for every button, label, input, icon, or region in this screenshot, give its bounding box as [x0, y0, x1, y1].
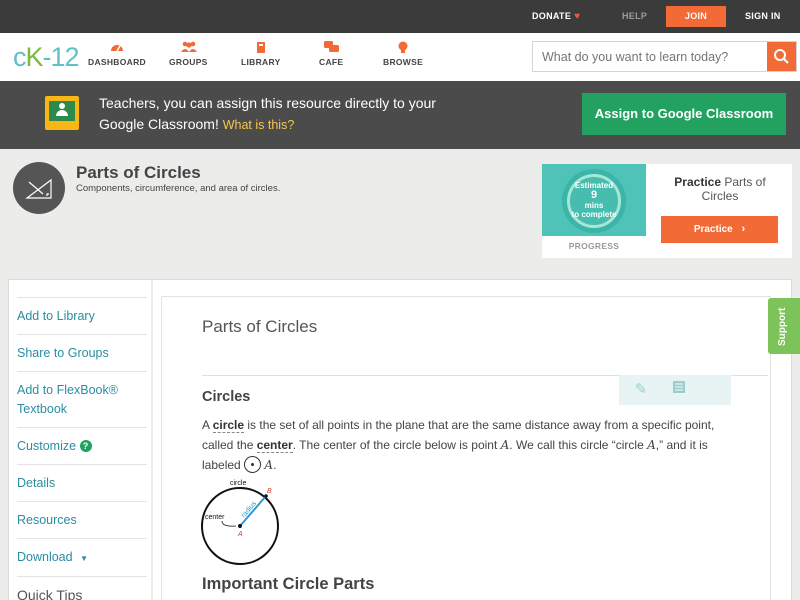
search-icon — [774, 49, 789, 64]
chat-bubbles-icon — [324, 41, 340, 53]
sidebar-item-resources[interactable]: Resources — [17, 501, 147, 538]
geometry-concept-icon — [13, 162, 65, 214]
support-tab[interactable]: Support — [768, 298, 800, 354]
nav-item-dashboard[interactable]: DASHBOARD — [88, 41, 146, 67]
article-title: Parts of Circles — [202, 317, 318, 336]
donate-link[interactable]: DONATE ♥ — [532, 0, 580, 33]
circle-diagram: circle radius center A B — [200, 479, 286, 569]
practice-title: Practice Parts of Circles — [674, 175, 766, 203]
nav-item-label: DASHBOARD — [88, 57, 146, 67]
assign-to-google-classroom-button[interactable]: Assign to Google Classroom — [582, 93, 786, 135]
gauge-icon — [110, 41, 124, 53]
sidebar: Add to Library Share to Groups Add to Fl… — [17, 297, 147, 600]
diagram-point-b: B — [267, 488, 272, 495]
glossary-term-circle[interactable]: circle — [212, 418, 245, 433]
nav-item-label: LIBRARY — [241, 57, 281, 67]
what-is-this-link[interactable]: What is this? — [223, 118, 295, 132]
top-bar: DONATE ♥ HELP JOIN SIGN IN — [0, 0, 800, 33]
progress-label: PROGRESS — [568, 241, 620, 251]
sign-in-link[interactable]: SIGN IN — [745, 0, 781, 33]
nav-item-label: CAFE — [319, 57, 344, 67]
join-button[interactable]: JOIN — [666, 6, 726, 27]
sidebar-item-add-to-library[interactable]: Add to Library — [17, 297, 147, 334]
progress-graphic: Estimated 9 mins to complete — [542, 164, 646, 236]
help-link[interactable]: HELP — [622, 0, 647, 33]
ck12-logo[interactable]: cK-12 — [13, 42, 80, 73]
nav-item-label: GROUPS — [169, 57, 208, 67]
sidebar-item-download[interactable]: Download ▼ — [17, 538, 147, 576]
concept-title: Parts of Circles — [76, 163, 201, 182]
groups-icon — [181, 41, 198, 53]
section-heading: Important Circle Parts — [202, 575, 375, 593]
banner-text: Teachers, you can assign this resource d… — [99, 95, 436, 132]
circle-dot-symbol — [244, 456, 262, 473]
content-area: Add to Library Share to Groups Add to Fl… — [8, 279, 792, 600]
search-box — [532, 41, 797, 72]
estimated-time: Estimated 9 mins to complete — [571, 181, 617, 219]
nav-item-label: BROWSE — [383, 57, 424, 67]
sidebar-item-customize[interactable]: Customize ? — [17, 427, 147, 464]
heart-icon: ♥ — [574, 11, 581, 22]
google-classroom-banner: Teachers, you can assign this resource d… — [0, 81, 800, 149]
diagram-label-center: center — [205, 514, 225, 521]
practice-button[interactable]: Practice › — [661, 216, 778, 243]
article-paragraph: A circle is the set of all points in the… — [202, 418, 715, 473]
section-heading: Circles — [202, 389, 251, 405]
search-input[interactable] — [533, 42, 767, 71]
chevron-right-icon: › — [741, 223, 746, 235]
sidebar-item-quick-tips[interactable]: Quick Tips — [17, 576, 147, 600]
diagram-point-a: A — [237, 531, 243, 538]
annotation-toolbar: ✎ — [619, 375, 731, 405]
glossary-term-center[interactable]: center — [256, 438, 293, 453]
nav-item-browse[interactable]: BROWSE — [383, 41, 423, 67]
main-nav: cK-12 DASHBOARD GROUPS LIBRARY CAFE BROW… — [0, 33, 800, 81]
library-icon — [254, 41, 268, 53]
lightbulb-icon — [396, 41, 410, 53]
nav-item-groups[interactable]: GROUPS — [169, 41, 208, 67]
divider — [151, 280, 153, 600]
google-classroom-icon — [45, 96, 79, 130]
concept-subtitle: Components, circumference, and area of c… — [76, 183, 281, 194]
nav-item-library[interactable]: LIBRARY — [241, 41, 281, 67]
help-icon[interactable]: ? — [79, 440, 92, 452]
search-button[interactable] — [767, 42, 796, 71]
sidebar-item-details[interactable]: Details — [17, 464, 147, 501]
caret-down-icon: ▼ — [80, 554, 88, 563]
article: Parts of Circles ✎ Circles A circle is t… — [161, 296, 771, 600]
nav-item-cafe[interactable]: CAFE — [319, 41, 343, 67]
sidebar-item-add-to-flexbook[interactable]: Add to FlexBook® Textbook — [17, 371, 147, 427]
sidebar-item-share-to-groups[interactable]: Share to Groups — [17, 334, 147, 371]
pencil-icon[interactable]: ✎ — [631, 380, 651, 400]
diagram-label-circle: circle — [230, 480, 246, 487]
notes-icon[interactable] — [669, 380, 689, 400]
concept-header: Parts of Circles Components, circumferen… — [0, 149, 800, 269]
progress-practice-card: Estimated 9 mins to complete PROGRESS Pr… — [542, 164, 792, 258]
